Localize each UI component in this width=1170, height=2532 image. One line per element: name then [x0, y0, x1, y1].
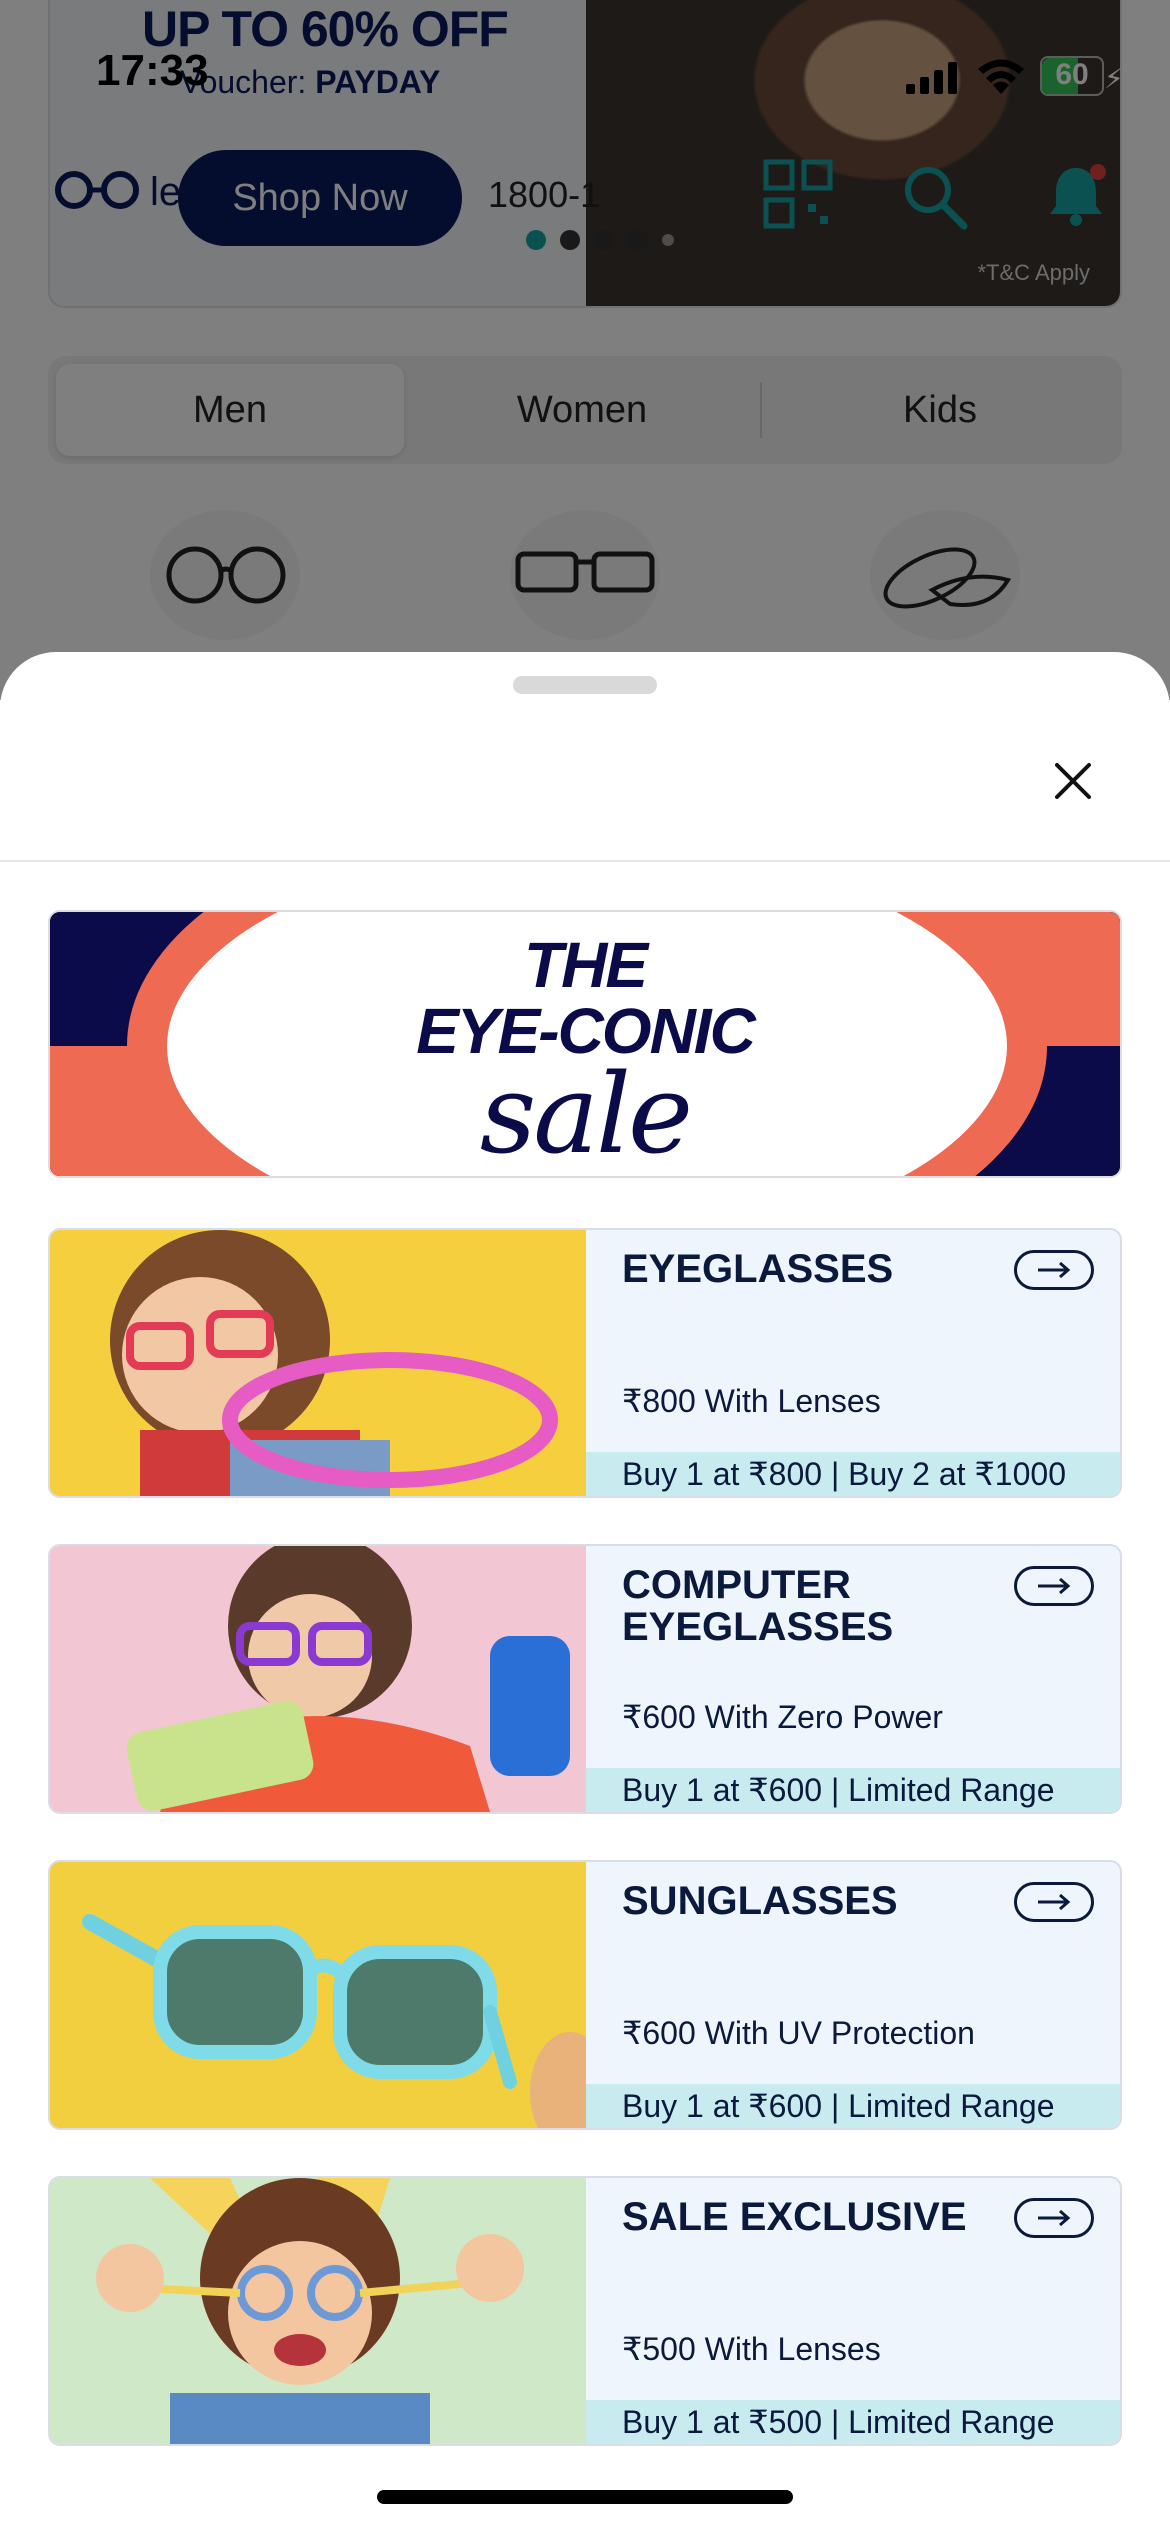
- card-price: ₹600 With UV Protection: [622, 2015, 975, 2051]
- card-photo: [50, 2178, 586, 2444]
- card-price: ₹600 With Zero Power: [622, 1699, 943, 1735]
- card-title: SALE EXCLUSIVE: [622, 2195, 967, 2239]
- card-title: SUNGLASSES: [622, 1879, 898, 1923]
- card-arrow-button[interactable]: [1014, 1250, 1094, 1290]
- category-card-sale-exclusive[interactable]: SALE EXCLUSIVE ₹500 With Lenses Buy 1 at…: [48, 2176, 1122, 2446]
- child-sale-exclusive-photo: [96, 2178, 524, 2444]
- child-eyeglasses-photo: [110, 1230, 558, 1496]
- card-offer: Buy 1 at ₹800 | Buy 2 at ₹1000: [586, 1452, 1120, 1496]
- close-button[interactable]: [1040, 748, 1106, 814]
- card-offer: Buy 1 at ₹500 | Limited Range: [586, 2400, 1120, 2444]
- bottom-sheet: THE EYE-CONIC sale EYEGLASSES ₹800 With …: [0, 652, 1170, 2532]
- arrow-right-icon: [1038, 1893, 1071, 1911]
- child-computer-glasses-photo: [126, 1546, 570, 1812]
- arrow-right-icon: [1038, 2209, 1071, 2227]
- category-card-sunglasses[interactable]: SUNGLASSES ₹600 With UV Protection Buy 1…: [48, 1860, 1122, 2130]
- modal-scrim[interactable]: [0, 0, 1170, 700]
- card-title: EYEGLASSES: [622, 1247, 894, 1291]
- card-arrow-button[interactable]: [1014, 1566, 1094, 1606]
- eye-conic-sale-banner[interactable]: THE EYE-CONIC sale: [48, 910, 1122, 1178]
- card-photo: [50, 1862, 586, 2128]
- card-title: COMPUTER EYEGLASSES: [622, 1563, 894, 1649]
- card-arrow-button[interactable]: [1014, 1882, 1094, 1922]
- card-price: ₹500 With Lenses: [622, 2331, 881, 2367]
- card-arrow-button[interactable]: [1014, 2198, 1094, 2238]
- card-photo: [50, 1546, 586, 1812]
- sheet-grabber[interactable]: [513, 676, 657, 694]
- sale-title-line3: sale: [479, 1050, 693, 1178]
- category-card-computer-eyeglasses[interactable]: COMPUTER EYEGLASSES ₹600 With Zero Power…: [48, 1544, 1122, 1814]
- category-card-eyeglasses[interactable]: EYEGLASSES ₹800 With Lenses Buy 1 at ₹80…: [48, 1228, 1122, 1498]
- sheet-divider: [0, 860, 1170, 862]
- home-indicator[interactable]: [377, 2490, 793, 2504]
- card-photo: [50, 1230, 586, 1496]
- arrow-right-icon: [1038, 1261, 1071, 1279]
- close-icon: [1055, 763, 1091, 799]
- arrow-right-icon: [1038, 1577, 1071, 1595]
- sunglasses-photo: [82, 1914, 586, 2128]
- sale-title: THE EYE-CONIC sale: [50, 929, 1120, 1178]
- card-offer: Buy 1 at ₹600 | Limited Range: [586, 1768, 1120, 1812]
- card-price: ₹800 With Lenses: [622, 1383, 881, 1419]
- sale-title-line1: THE: [524, 929, 648, 1001]
- card-offer: Buy 1 at ₹600 | Limited Range: [586, 2084, 1120, 2128]
